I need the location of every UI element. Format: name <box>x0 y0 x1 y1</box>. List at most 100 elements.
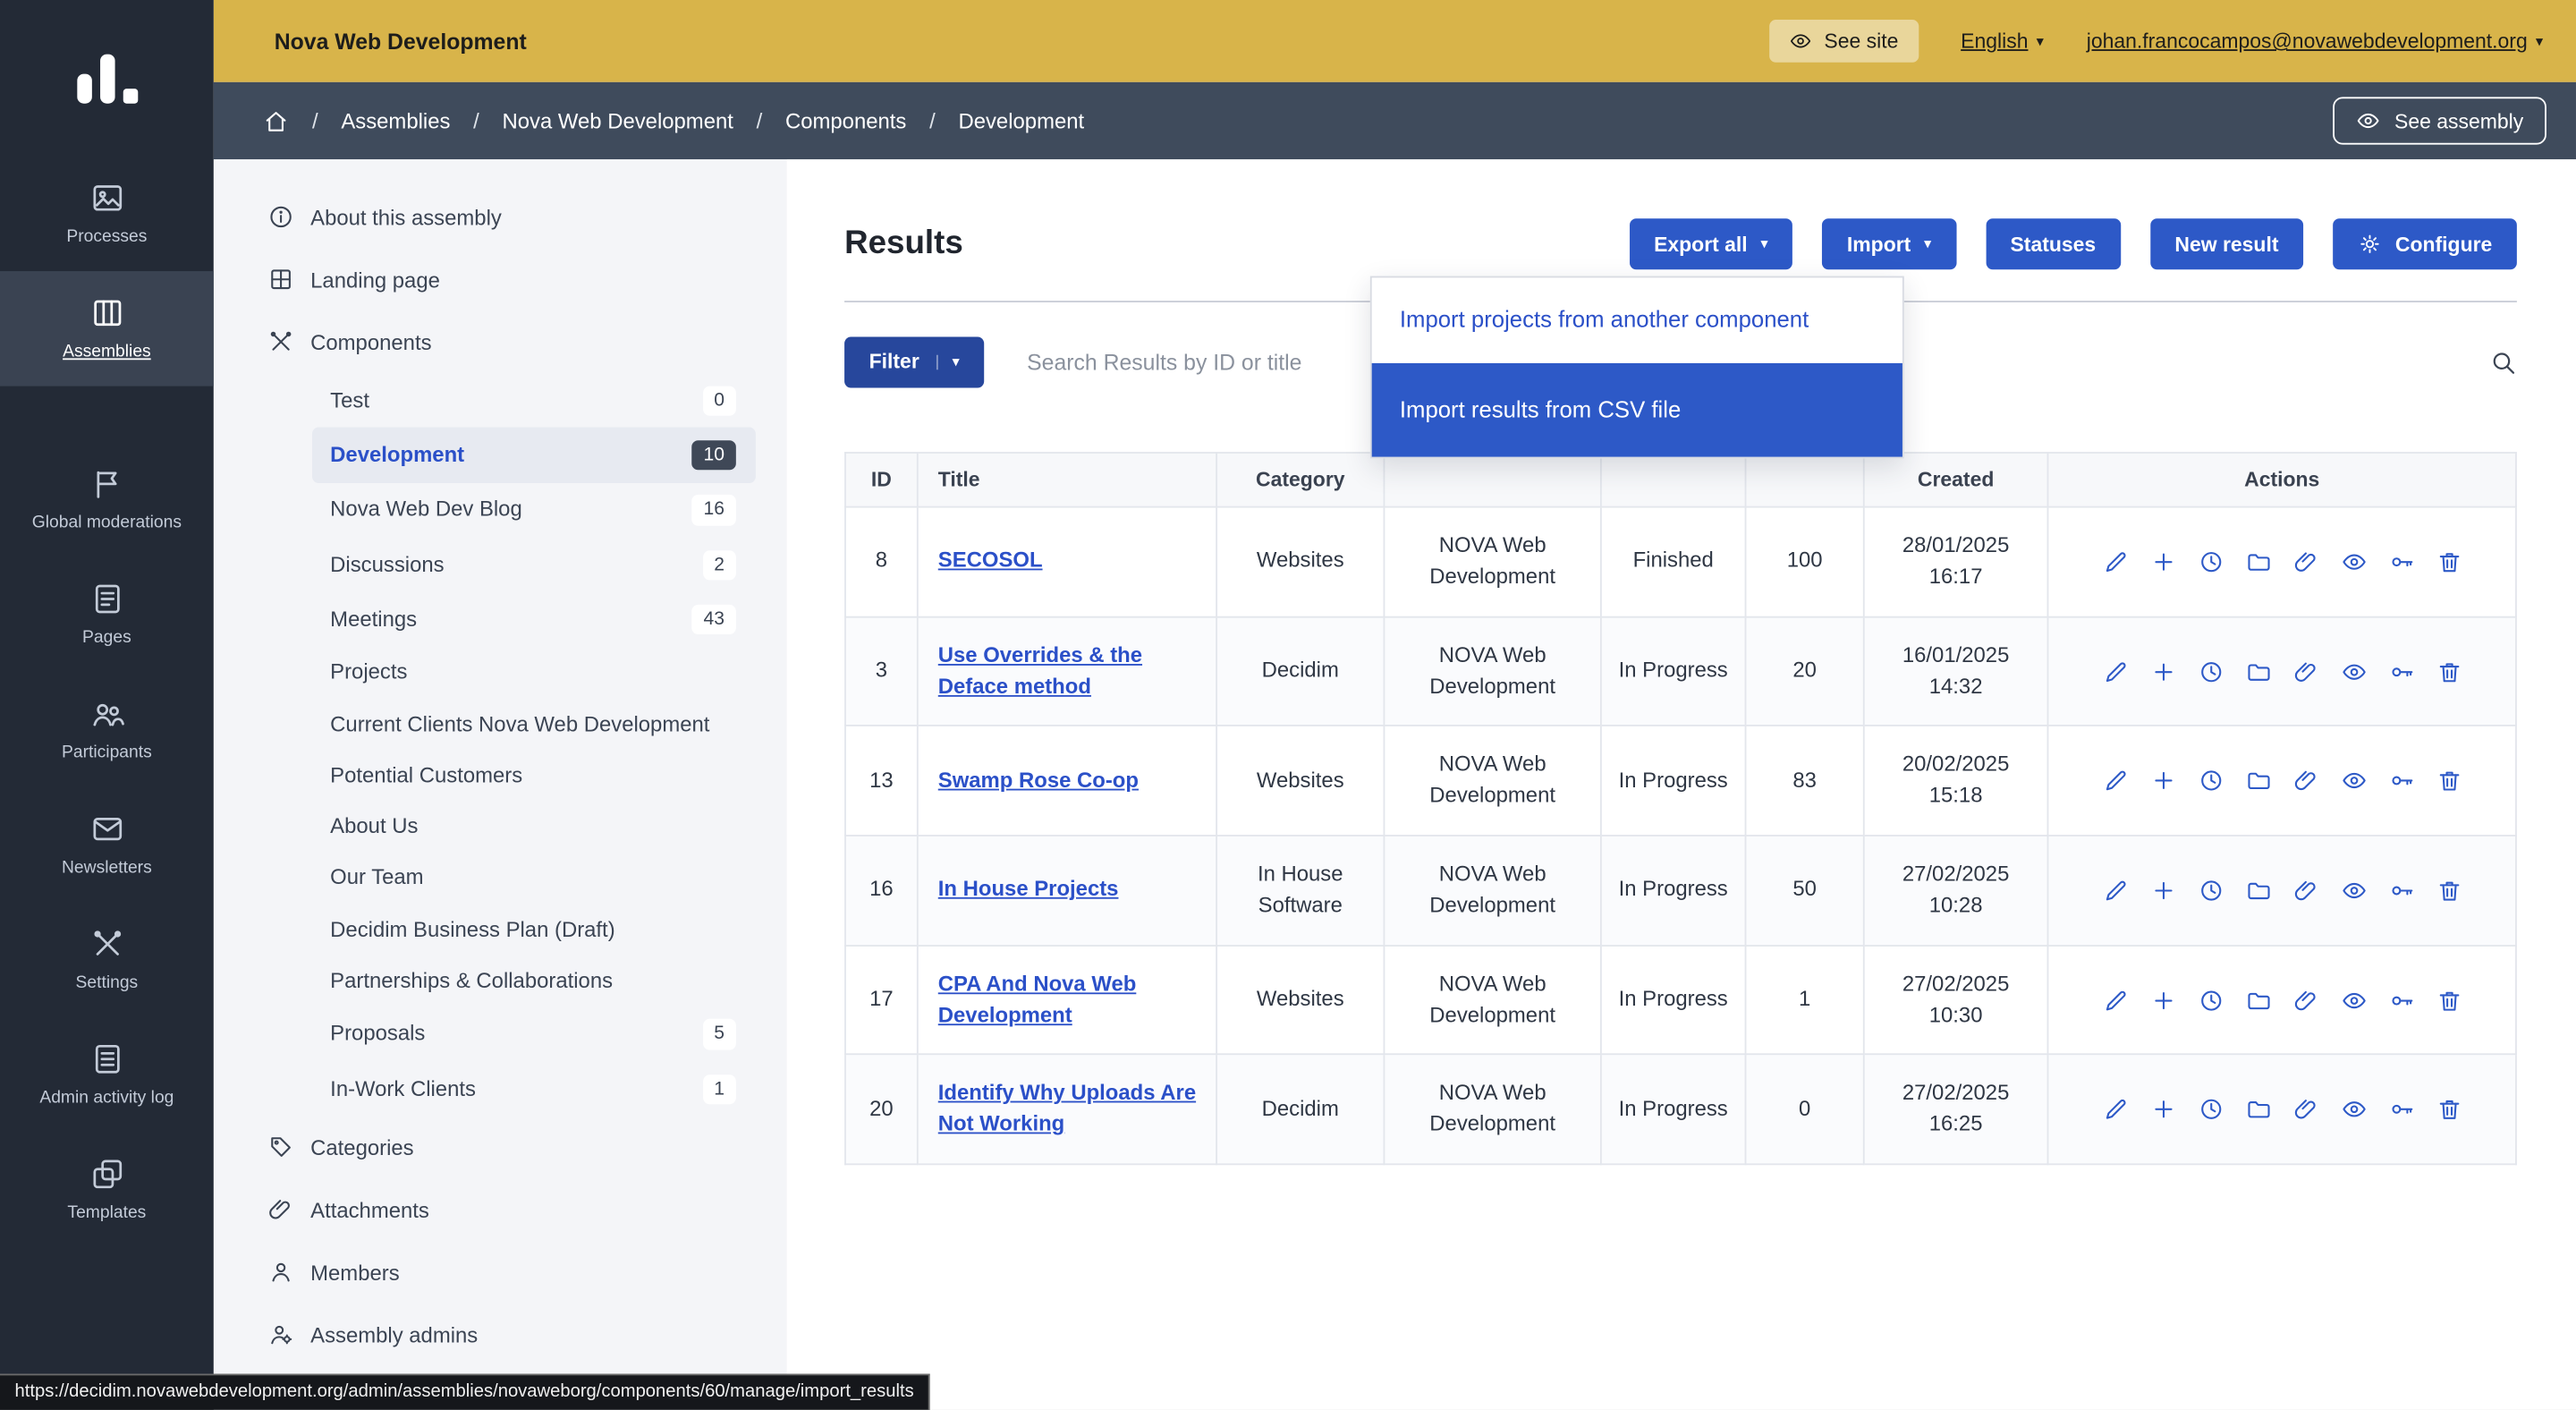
menu-item-assembly-admins[interactable]: Assembly admins <box>214 1304 787 1366</box>
eye-icon[interactable] <box>2340 878 2366 904</box>
trash-icon[interactable] <box>2436 658 2462 684</box>
see-site-button[interactable]: See site <box>1770 20 1919 63</box>
clip-icon[interactable] <box>2292 878 2318 904</box>
menu-subitem-partnerships-collaborations[interactable]: Partnerships & Collaborations <box>312 956 756 1007</box>
menu-subitem-meetings[interactable]: Meetings43 <box>312 592 756 647</box>
menu-item-members[interactable]: Members <box>214 1241 787 1304</box>
trash-icon[interactable] <box>2436 768 2462 794</box>
clip-icon[interactable] <box>2292 987 2318 1013</box>
breadcrumb-item-components[interactable]: Components <box>785 108 906 133</box>
filter-button[interactable]: Filter ▾ <box>844 336 984 387</box>
eye-icon[interactable] <box>2340 658 2366 684</box>
breadcrumb-item-development[interactable]: Development <box>958 108 1084 133</box>
menu-item-categories[interactable]: Categories <box>214 1117 787 1179</box>
key-icon[interactable] <box>2388 1097 2414 1123</box>
clip-icon[interactable] <box>2292 768 2318 794</box>
plus-icon[interactable] <box>2149 1097 2175 1123</box>
menu-subitem-test[interactable]: Test0 <box>312 373 756 428</box>
eye-icon[interactable] <box>2340 768 2366 794</box>
result-title-link[interactable]: SECOSOL <box>938 548 1043 573</box>
sidebar-item-participants[interactable]: Participants <box>0 672 214 787</box>
pencil-icon[interactable] <box>2102 658 2128 684</box>
breadcrumb-item-assemblies[interactable]: Assemblies <box>341 108 450 133</box>
menu-item-components[interactable]: Components <box>214 310 787 373</box>
key-icon[interactable] <box>2388 768 2414 794</box>
see-assembly-button[interactable]: See assembly <box>2334 97 2546 144</box>
menu-subitem-nova-web-dev-blog[interactable]: Nova Web Dev Blog16 <box>312 483 756 538</box>
sidebar-item-newsletters[interactable]: Newsletters <box>0 787 214 903</box>
sidebar-item-pages[interactable]: Pages <box>0 557 214 673</box>
folder-icon[interactable] <box>2245 1097 2271 1123</box>
sidebar-item-admin-activity-log[interactable]: Admin activity log <box>0 1017 214 1133</box>
clock-icon[interactable] <box>2198 1097 2224 1123</box>
menu-item-landing-page[interactable]: Landing page <box>214 248 787 310</box>
account-menu[interactable]: johan.francocampos@novawebdevelopment.or… <box>2087 30 2544 53</box>
result-title-link[interactable]: CPA And Nova Web Development <box>938 971 1137 1026</box>
clock-icon[interactable] <box>2198 768 2224 794</box>
menu-subitem-discussions[interactable]: Discussions2 <box>312 538 756 592</box>
toolbar-button-configure[interactable]: Configure <box>2333 218 2517 269</box>
menu-subitem-our-team[interactable]: Our Team <box>312 853 756 904</box>
menu-subitem-in-work-clients[interactable]: In-Work Clients1 <box>312 1062 756 1117</box>
clip-icon[interactable] <box>2292 658 2318 684</box>
key-icon[interactable] <box>2388 548 2414 574</box>
clock-icon[interactable] <box>2198 987 2224 1013</box>
result-title-link[interactable]: Swamp Rose Co-op <box>938 767 1139 792</box>
clock-icon[interactable] <box>2198 658 2224 684</box>
key-icon[interactable] <box>2388 658 2414 684</box>
pencil-icon[interactable] <box>2102 1097 2128 1123</box>
toolbar-button-statuses[interactable]: Statuses <box>1986 218 2121 269</box>
org-logo[interactable] <box>0 0 214 156</box>
pencil-icon[interactable] <box>2102 548 2128 574</box>
trash-icon[interactable] <box>2436 1097 2462 1123</box>
breadcrumb-item-nova-web-development[interactable]: Nova Web Development <box>503 108 733 133</box>
trash-icon[interactable] <box>2436 548 2462 574</box>
plus-icon[interactable] <box>2149 548 2175 574</box>
trash-icon[interactable] <box>2436 878 2462 904</box>
toolbar-button-new-result[interactable]: New result <box>2150 218 2303 269</box>
clip-icon[interactable] <box>2292 548 2318 574</box>
menu-subitem-potential-customers[interactable]: Potential Customers <box>312 750 756 801</box>
folder-icon[interactable] <box>2245 658 2271 684</box>
pencil-icon[interactable] <box>2102 987 2128 1013</box>
menu-subitem-projects[interactable]: Projects <box>312 647 756 698</box>
trash-icon[interactable] <box>2436 987 2462 1013</box>
language-selector[interactable]: English ▾ <box>1961 30 2044 53</box>
eye-icon[interactable] <box>2340 1097 2366 1123</box>
menu-subitem-proposals[interactable]: Proposals5 <box>312 1007 756 1061</box>
plus-icon[interactable] <box>2149 987 2175 1013</box>
pencil-icon[interactable] <box>2102 768 2128 794</box>
plus-icon[interactable] <box>2149 658 2175 684</box>
import-menu-item-import-results-from-csv-file[interactable]: Import results from CSV file <box>1372 362 1902 457</box>
import-menu-item-import-projects-from-another-component[interactable]: Import projects from another component <box>1372 277 1902 362</box>
eye-icon[interactable] <box>2340 987 2366 1013</box>
search-icon[interactable] <box>2489 347 2517 375</box>
folder-icon[interactable] <box>2245 768 2271 794</box>
menu-subitem-development[interactable]: Development10 <box>312 428 756 482</box>
toolbar-button-export-all[interactable]: Export all▾ <box>1630 218 1793 269</box>
home-icon[interactable] <box>263 107 289 133</box>
sidebar-item-global-moderations[interactable]: Global moderations <box>0 442 214 557</box>
clock-icon[interactable] <box>2198 878 2224 904</box>
sidebar-item-settings[interactable]: Settings <box>0 902 214 1017</box>
toolbar-button-import[interactable]: Import▾ <box>1822 218 1956 269</box>
key-icon[interactable] <box>2388 987 2414 1013</box>
key-icon[interactable] <box>2388 878 2414 904</box>
menu-item-about-this-assembly[interactable]: About this assembly <box>214 186 787 249</box>
clip-icon[interactable] <box>2292 1097 2318 1123</box>
menu-subitem-current-clients-nova-web-development[interactable]: Current Clients Nova Web Development <box>312 699 756 750</box>
clock-icon[interactable] <box>2198 548 2224 574</box>
folder-icon[interactable] <box>2245 878 2271 904</box>
result-title-link[interactable]: Identify Why Uploads Are Not Working <box>938 1081 1196 1136</box>
folder-icon[interactable] <box>2245 548 2271 574</box>
sidebar-item-assemblies[interactable]: Assemblies <box>0 271 214 386</box>
pencil-icon[interactable] <box>2102 878 2128 904</box>
menu-subitem-about-us[interactable]: About Us <box>312 802 756 853</box>
plus-icon[interactable] <box>2149 878 2175 904</box>
result-title-link[interactable]: Use Overrides & the Deface method <box>938 642 1142 698</box>
folder-icon[interactable] <box>2245 987 2271 1013</box>
sidebar-item-templates[interactable]: Templates <box>0 1133 214 1248</box>
plus-icon[interactable] <box>2149 768 2175 794</box>
eye-icon[interactable] <box>2340 548 2366 574</box>
menu-subitem-decidim-business-plan-draft[interactable]: Decidim Business Plan (Draft) <box>312 904 756 955</box>
